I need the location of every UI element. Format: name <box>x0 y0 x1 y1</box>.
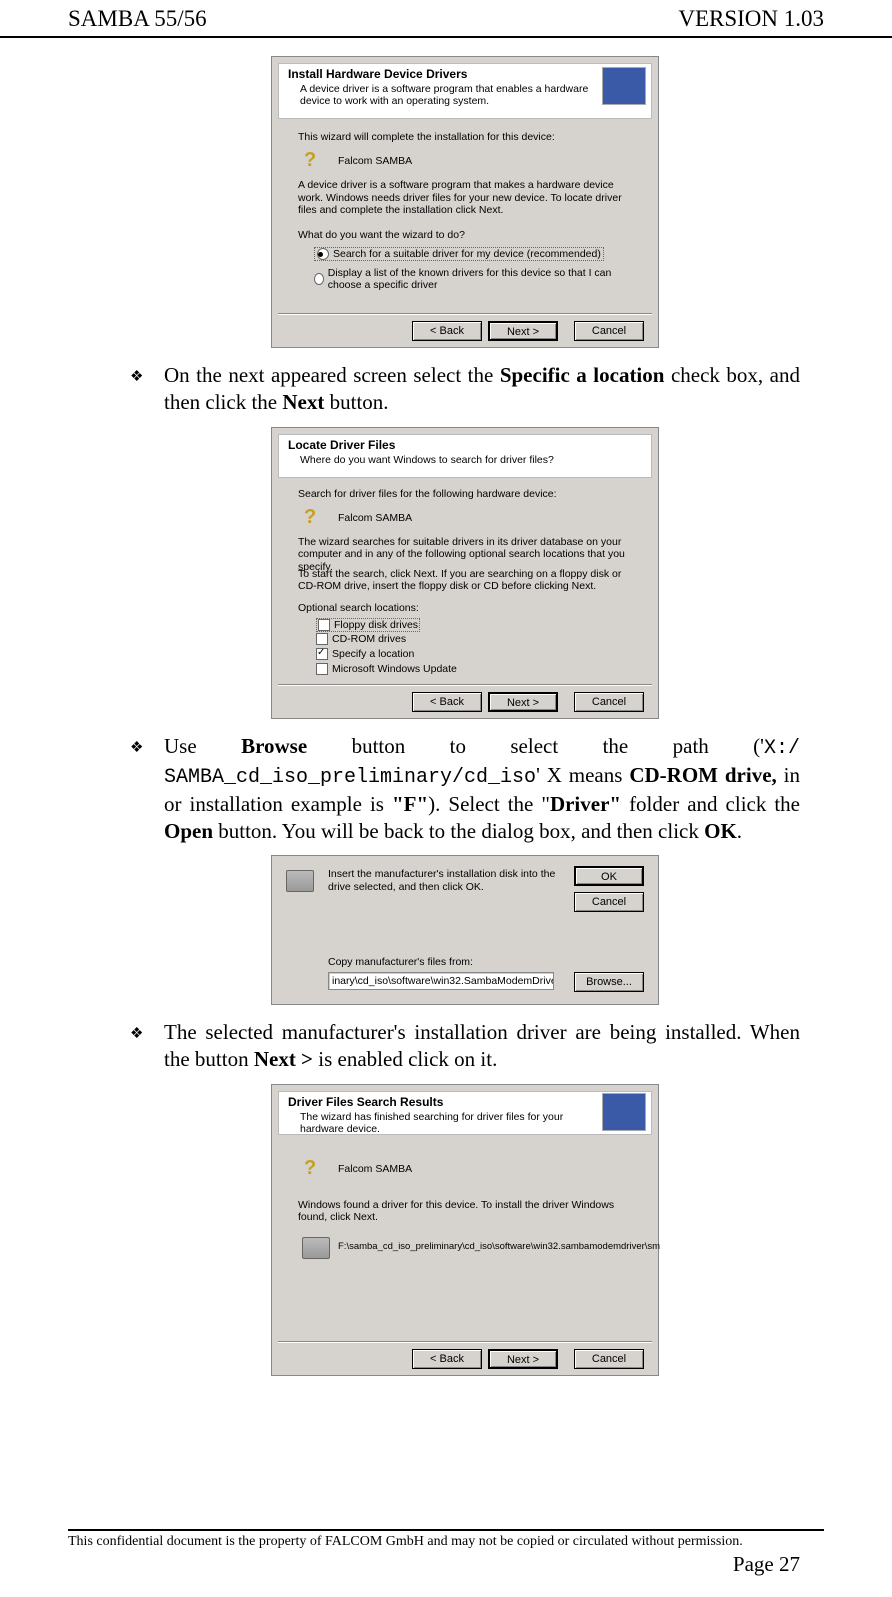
ss2-optlabel: Optional search locations: <box>298 602 419 615</box>
ss1-subtitle: A device driver is a software program th… <box>300 83 590 107</box>
ss2-para2: To start the search, click Next. If you … <box>298 568 638 593</box>
ss2-subtitle: Where do you want Windows to search for … <box>300 454 554 466</box>
cancel-button[interactable]: Cancel <box>574 321 644 341</box>
ss1-device: Falcom SAMBA <box>338 155 412 168</box>
ss3-line1: Insert the manufacturer's installation d… <box>328 868 558 893</box>
header-left: SAMBA 55/56 <box>68 6 207 32</box>
ss4-subtitle: The wizard has finished searching for dr… <box>300 1111 600 1135</box>
disk-icon <box>302 1237 330 1259</box>
ss4-device: Falcom SAMBA <box>338 1163 412 1176</box>
ss1-question: What do you want the wizard to do? <box>298 229 465 242</box>
page-header: SAMBA 55/56 VERSION 1.03 <box>0 0 892 38</box>
next-button[interactable]: Next > <box>488 321 558 341</box>
bullet-3-text: The selected manufacturer's installation… <box>164 1019 800 1074</box>
ss3-copylabel: Copy manufacturer's files from: <box>328 956 473 969</box>
ok-button[interactable]: OK <box>574 866 644 886</box>
back-button[interactable]: < Back <box>412 692 482 712</box>
ss2-device: Falcom SAMBA <box>338 512 412 525</box>
check-specify-location[interactable]: Specify a location <box>316 648 414 660</box>
ss1-title: Install Hardware Device Drivers <box>288 67 467 81</box>
footer-notice: This confidential document is the proper… <box>68 1529 824 1550</box>
next-button[interactable]: Next > <box>488 1349 558 1369</box>
wizard-screenshot-2: Locate Driver Files Where do you want Wi… <box>271 427 659 719</box>
question-icon: ? <box>304 1157 330 1183</box>
cancel-button[interactable]: Cancel <box>574 692 644 712</box>
ss4-title: Driver Files Search Results <box>288 1095 443 1109</box>
bullet-2: ❖ Use Browse button to select the path (… <box>130 733 800 846</box>
check-windows-update[interactable]: Microsoft Windows Update <box>316 663 457 675</box>
ss4-path: F:\samba_cd_iso_preliminary\cd_iso\softw… <box>338 1241 648 1252</box>
disk-icon <box>286 870 314 892</box>
wizard-screenshot-4: Driver Files Search Results The wizard h… <box>271 1084 659 1376</box>
browse-button[interactable]: Browse... <box>574 972 644 992</box>
radio-display-list[interactable]: Display a list of the known drivers for … <box>314 267 634 291</box>
wizard-screenshot-1: Install Hardware Device Drivers A device… <box>271 56 659 348</box>
cancel-button[interactable]: Cancel <box>574 1349 644 1369</box>
footer-page-number: Page 27 <box>68 1552 824 1577</box>
path-input[interactable]: inary\cd_iso\software\win32.SambaModemDr… <box>328 972 554 990</box>
back-button[interactable]: < Back <box>412 1349 482 1369</box>
question-icon: ? <box>304 506 330 532</box>
ss1-line1: This wizard will complete the installati… <box>298 131 555 144</box>
cancel-button[interactable]: Cancel <box>574 892 644 912</box>
bullet-1-text: On the next appeared screen select the S… <box>164 362 800 417</box>
back-button[interactable]: < Back <box>412 321 482 341</box>
check-cdrom[interactable]: CD-ROM drives <box>316 633 406 645</box>
ss2-line1: Search for driver files for the followin… <box>298 488 557 501</box>
ss1-para: A device driver is a software program th… <box>298 179 638 217</box>
next-button[interactable]: Next > <box>488 692 558 712</box>
content-area: Install Hardware Device Drivers A device… <box>0 56 892 1376</box>
diamond-bullet-icon: ❖ <box>130 362 164 417</box>
header-right: VERSION 1.03 <box>678 6 824 32</box>
page-footer: This confidential document is the proper… <box>0 1529 892 1577</box>
check-floppy[interactable]: Floppy disk drives <box>316 618 420 632</box>
ss2-title: Locate Driver Files <box>288 438 395 452</box>
radio-search-driver[interactable]: Search for a suitable driver for my devi… <box>314 247 604 261</box>
bullet-1: ❖ On the next appeared screen select the… <box>130 362 800 417</box>
diamond-bullet-icon: ❖ <box>130 733 164 846</box>
ss4-line1: Windows found a driver for this device. … <box>298 1199 638 1224</box>
bullet-3: ❖ The selected manufacturer's installati… <box>130 1019 800 1074</box>
bullet-2-text: Use Browse button to select the path ('X… <box>164 733 800 846</box>
diamond-bullet-icon: ❖ <box>130 1019 164 1074</box>
question-icon: ? <box>304 149 330 175</box>
dialog-screenshot-3: Insert the manufacturer's installation d… <box>271 855 659 1005</box>
